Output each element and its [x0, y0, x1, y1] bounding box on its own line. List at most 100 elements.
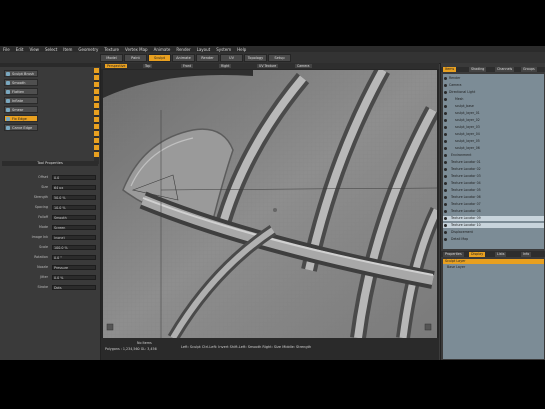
tree-row[interactable]: sculpt_layer_04	[443, 132, 544, 137]
layout-tab-uv[interactable]: UV	[220, 54, 243, 62]
menu-item-system[interactable]: System	[213, 47, 234, 52]
subtab-info[interactable]: Info	[521, 251, 532, 257]
visibility-icon[interactable]	[444, 84, 447, 87]
property-field[interactable]: Screen	[52, 225, 96, 230]
property-field[interactable]: (none)	[52, 235, 96, 240]
visibility-icon[interactable]	[444, 112, 447, 115]
visibility-icon[interactable]	[444, 210, 447, 213]
visibility-icon[interactable]	[444, 238, 447, 241]
subtab-properties[interactable]: Properties	[443, 251, 464, 257]
visibility-icon[interactable]	[444, 175, 447, 178]
tree-row[interactable]: Directional Light	[443, 90, 544, 95]
visibility-icon[interactable]	[444, 231, 447, 234]
menu-item-vertex-map[interactable]: Vertex Map	[122, 47, 151, 52]
tree-row[interactable]: Camera	[443, 83, 544, 88]
tree-row[interactable]: sculpt_layer_06	[443, 146, 544, 151]
tool-button-smooth[interactable]: Smooth	[4, 79, 38, 86]
tool-button-sculpt-brush[interactable]: Sculpt Brush	[4, 70, 38, 77]
tool-button-flatten[interactable]: Flatten	[4, 88, 38, 95]
visibility-icon[interactable]	[444, 147, 447, 150]
visibility-icon[interactable]	[444, 126, 447, 129]
viewport-tab-uv-texture[interactable]: UV Texture	[257, 64, 279, 68]
visibility-icon[interactable]	[444, 217, 447, 220]
layout-tab-setup[interactable]: Setup	[268, 54, 291, 62]
layout-tab-animate[interactable]: Animate	[172, 54, 195, 62]
tree-row[interactable]: Texture Locator 09	[443, 216, 544, 221]
tree-row[interactable]: Render	[443, 76, 544, 81]
tree-row[interactable]: Texture Locator 05	[443, 188, 544, 193]
tree-row[interactable]: Texture Locator 03	[443, 174, 544, 179]
tool-category-strip[interactable]	[94, 68, 99, 164]
tree-row[interactable]: Texture Locator 02	[443, 167, 544, 172]
tree-row[interactable]: Texture Locator 01	[443, 160, 544, 165]
layout-tab-sculpt[interactable]: Sculpt	[148, 54, 171, 62]
visibility-icon[interactable]	[444, 189, 447, 192]
property-field[interactable]: 0.0 °	[52, 255, 96, 260]
visibility-icon[interactable]	[444, 133, 447, 136]
menu-item-file[interactable]: File	[0, 47, 13, 52]
visibility-icon[interactable]	[444, 203, 447, 206]
subtab-lists[interactable]: Lists	[495, 251, 507, 257]
menu-item-edit[interactable]: Edit	[13, 47, 27, 52]
tree-row[interactable]: Texture Locator 07	[443, 202, 544, 207]
layout-tab-topology[interactable]: Topology	[244, 54, 267, 62]
visibility-icon[interactable]	[444, 161, 447, 164]
menu-item-geometry[interactable]: Geometry	[75, 47, 101, 52]
visibility-icon[interactable]	[444, 105, 447, 108]
tool-button-smear[interactable]: Smear	[4, 106, 38, 113]
property-field[interactable]: Dots	[52, 285, 96, 290]
tree-row[interactable]: Detail Map	[443, 237, 544, 242]
visibility-icon[interactable]	[444, 77, 447, 80]
property-field[interactable]: Smooth	[52, 215, 96, 220]
menu-item-animate[interactable]: Animate	[151, 47, 174, 52]
right-tab-shading[interactable]: Shading	[469, 67, 487, 72]
tree-row[interactable]: Texture Locator 10	[443, 223, 544, 228]
property-field[interactable]: 0.0 %	[52, 275, 96, 280]
tree-row[interactable]: Texture Locator 06	[443, 195, 544, 200]
property-field[interactable]: 50.0 %	[52, 195, 96, 200]
tree-row[interactable]: sculpt_layer_01	[443, 111, 544, 116]
menu-item-item[interactable]: Item	[60, 47, 75, 52]
property-field[interactable]: 64 px	[52, 185, 96, 190]
visibility-icon[interactable]	[444, 119, 447, 122]
viewport-tab-camera[interactable]: Camera	[295, 64, 312, 68]
right-tab-groups[interactable]: Groups	[521, 67, 537, 72]
visibility-icon[interactable]	[444, 154, 447, 157]
property-field[interactable]: 10.0 %	[52, 205, 96, 210]
menu-item-texture[interactable]: Texture	[101, 47, 122, 52]
tree-row[interactable]: Texture Locator 08	[443, 209, 544, 214]
viewport-tab-right[interactable]: Right	[219, 64, 232, 68]
visibility-icon[interactable]	[444, 196, 447, 199]
3d-viewport[interactable]: Perspective Top Front Right UV Texture Camera	[101, 63, 439, 360]
sculpt-canvas[interactable]	[103, 70, 437, 338]
tree-row[interactable]: Texture Locator 04	[443, 181, 544, 186]
tool-button-carve-edge[interactable]: Carve Edge	[4, 124, 38, 131]
right-tab-channels[interactable]: Channels	[495, 67, 515, 72]
visibility-icon[interactable]	[444, 91, 447, 94]
tree-row[interactable]: Mesh	[443, 97, 544, 102]
sculpt-layer-row[interactable]: Base Layer	[443, 265, 544, 270]
tree-row[interactable]: Displacement	[443, 230, 544, 235]
layout-tab-paint[interactable]: Paint	[124, 54, 147, 62]
viewport-tab-perspective[interactable]: Perspective	[105, 64, 128, 68]
menu-item-select[interactable]: Select	[42, 47, 60, 52]
tree-row[interactable]: sculpt_layer_03	[443, 125, 544, 130]
menu-item-help[interactable]: Help	[234, 47, 249, 52]
tree-row[interactable]: sculpt_layer_02	[443, 118, 544, 123]
menu-item-layout[interactable]: Layout	[194, 47, 214, 52]
layout-tab-render[interactable]: Render	[196, 54, 219, 62]
property-field[interactable]: 0.0	[52, 175, 96, 180]
sculpt-layer-list[interactable]: Sculpt Layer Base Layer	[443, 259, 544, 359]
layout-tab-model[interactable]: Model	[100, 54, 123, 62]
property-field[interactable]: Pressure	[52, 265, 96, 270]
visibility-icon[interactable]	[444, 182, 447, 185]
tool-button-fix-edge[interactable]: Fix Edge	[4, 115, 38, 122]
visibility-icon[interactable]	[444, 98, 447, 101]
property-field[interactable]: 100.0 %	[52, 245, 96, 250]
subtab-display[interactable]: Display	[469, 251, 486, 257]
tool-button-inflate[interactable]: Inflate	[4, 97, 38, 104]
right-tab-items[interactable]: Items	[443, 67, 457, 72]
tree-row[interactable]: sculpt_base	[443, 104, 544, 109]
visibility-icon[interactable]	[444, 140, 447, 143]
visibility-icon[interactable]	[444, 168, 447, 171]
